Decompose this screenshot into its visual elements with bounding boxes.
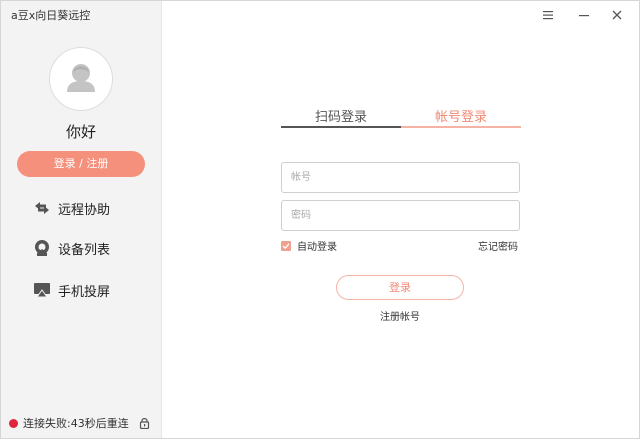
sidebar-item-remote-assist[interactable]: 远程协助 [33, 197, 110, 219]
account-input[interactable] [281, 162, 520, 193]
login-button[interactable]: 登录 [336, 275, 464, 300]
auto-login-checkbox[interactable]: 自动登录 [281, 238, 337, 253]
tab-qr-login[interactable]: 扫码登录 [281, 106, 401, 128]
remote-assist-icon [35, 202, 49, 214]
user-avatar-icon [67, 64, 95, 92]
password-input[interactable] [281, 200, 520, 231]
tab-qr-underline [281, 126, 401, 128]
forgot-password-link[interactable]: 忘记密码 [478, 238, 518, 253]
device-list-icon [35, 240, 49, 256]
status-text: 连接失败:43秒后重连 [23, 417, 129, 430]
register-account-link[interactable]: 注册帐号 [336, 308, 464, 323]
sidebar-item-device-list[interactable]: 设备列表 [33, 237, 110, 259]
check-icon [282, 242, 290, 249]
avatar[interactable] [49, 47, 113, 111]
sidebar-item-label: 远程协助 [58, 202, 111, 218]
close-icon[interactable] [610, 8, 624, 22]
screen-cast-icon [34, 283, 50, 298]
greeting-text: 你好 [65, 123, 96, 141]
sidebar: a豆x向日葵远控 你好 登录 / 注册 远程协助 设备列表 手机投屏 连接失败:… [1, 1, 162, 438]
minimize-icon[interactable] [577, 8, 591, 22]
checkbox-checked[interactable] [281, 240, 291, 251]
tab-account-underline [401, 126, 521, 128]
sidebar-item-label: 设备列表 [58, 242, 111, 258]
menu-icon[interactable] [541, 8, 555, 22]
sidebar-item-label: 手机投屏 [58, 284, 111, 300]
connection-status: 连接失败:43秒后重连 [9, 415, 150, 431]
lock-icon[interactable] [139, 417, 150, 429]
login-register-button[interactable]: 登录 / 注册 [17, 151, 145, 177]
sidebar-item-screen-cast[interactable]: 手机投屏 [33, 279, 110, 301]
status-error-dot [9, 418, 18, 428]
tab-account-login[interactable]: 帐号登录 [401, 106, 521, 128]
app-window: a豆x向日葵远控 你好 登录 / 注册 远程协助 设备列表 手机投屏 连接失败:… [0, 0, 640, 439]
auto-login-label: 自动登录 [297, 242, 337, 253]
app-title: a豆x向日葵远控 [11, 9, 91, 22]
